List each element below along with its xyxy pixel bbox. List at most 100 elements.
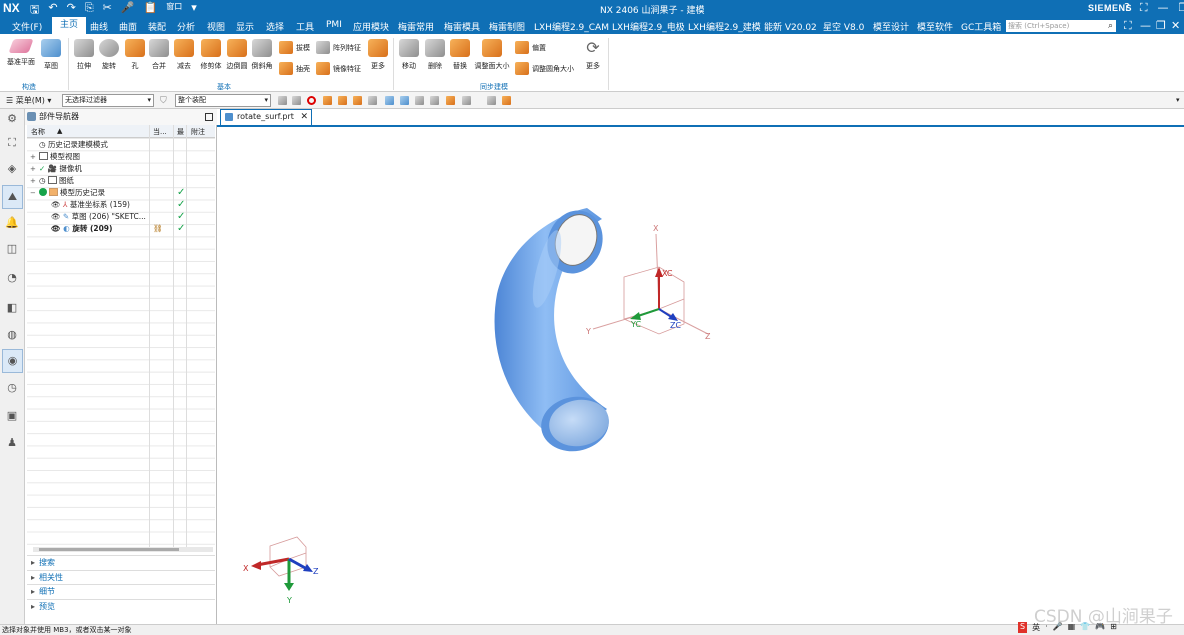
type-filter-select[interactable]: 无选择过滤器 ▾ <box>62 94 154 107</box>
datum-plane-button[interactable]: 基准平面 <box>5 39 37 67</box>
clock-icon[interactable]: ◷ <box>5 381 19 395</box>
constraint-navigator-icon[interactable]: ◈ <box>5 162 19 176</box>
tree-row-datum-csys[interactable]: 👁 ⅄ 基准坐标系 (159) ✓ <box>27 199 215 211</box>
highlight-icon[interactable] <box>446 96 455 105</box>
visibility-eye-icon[interactable]: 👁 <box>51 212 61 221</box>
panel-search[interactable]: 搜索 <box>27 555 215 570</box>
expand-icon[interactable]: + <box>30 175 36 187</box>
tree-row-cameras[interactable]: + ✓ 🎥 摄像机 <box>27 163 215 175</box>
ribbon-restore-icon[interactable]: ❐ <box>1156 19 1166 32</box>
resize-face-button[interactable]: 调整面大小 <box>474 39 510 71</box>
shell-button[interactable]: 抽壳 <box>279 62 310 75</box>
panel-dependencies[interactable]: 相关性 <box>27 569 215 584</box>
visibility-eye-icon[interactable]: 👁 <box>51 200 61 209</box>
roles-icon[interactable]: ▣ <box>5 409 19 423</box>
tree-row-history-mode[interactable]: ◷ 历史记录建模模式 <box>27 139 215 151</box>
filter-icon[interactable]: ⛉ <box>160 96 169 106</box>
maximize-icon[interactable] <box>205 113 213 121</box>
tree-row-revolve[interactable]: 👁 ◐ 旋转 (209) ⛓ ✓ <box>27 223 215 235</box>
skin-icon[interactable]: 👕 <box>1080 622 1090 633</box>
select-body-icon[interactable] <box>353 96 362 105</box>
panel-preview[interactable]: 预览 <box>27 598 215 613</box>
command-search-input[interactable]: 搜索 (Ctrl+Space) ⌕ <box>1006 20 1116 32</box>
work-coordinate-system[interactable]: X XC Y YC ZC Z <box>585 224 711 341</box>
fullscreen-icon[interactable]: ⛶ <box>1140 1 1148 15</box>
tab-tools[interactable]: 工具 <box>296 20 314 33</box>
tree-row-sketch[interactable]: 👁 ✎ 草图 (206) "SKETC... ✓ <box>27 211 215 223</box>
fullscreen-toggle-icon[interactable]: ⛶ <box>1124 19 1132 33</box>
viewport-tab[interactable]: rotate_surf.prt ✕ <box>220 109 312 125</box>
extrude-button[interactable]: 拉伸 <box>73 39 95 71</box>
tree-row-model-views[interactable]: + 模型视图 <box>27 151 215 163</box>
sort-ascending-icon[interactable]: ▲ <box>57 127 62 135</box>
ribbon-minimize-icon[interactable]: — <box>1140 19 1151 32</box>
tab-assembly[interactable]: 装配 <box>148 20 166 33</box>
file-menu[interactable]: 文件(F) <box>12 20 42 33</box>
panel-details[interactable]: 细节 <box>27 584 215 599</box>
part-navigator-icon[interactable]: ⛰ <box>2 185 23 209</box>
expand-icon[interactable]: + <box>30 151 36 163</box>
toolbar-options-icon[interactable]: ▾ <box>1176 96 1184 105</box>
visibility-eye-icon[interactable]: 👁 <box>51 224 61 233</box>
tab-xingkong[interactable]: 星空 V8.0 <box>823 20 864 33</box>
search-icon[interactable]: ⌕ <box>1108 20 1113 32</box>
tab-gc-toolbox[interactable]: GC工具箱 <box>961 20 1001 33</box>
tab-meilei-drawing[interactable]: 梅雷制图 <box>489 20 525 33</box>
help-icon[interactable]: ? <box>1124 1 1130 15</box>
tab-mozhi-design[interactable]: 模至设计 <box>873 20 909 33</box>
keyboard-icon[interactable]: ▦ <box>1068 622 1076 633</box>
scrollbar-thumb[interactable] <box>39 548 179 551</box>
select-component-icon[interactable] <box>368 96 377 105</box>
collapse-icon[interactable]: − <box>30 187 36 199</box>
replace-face-button[interactable]: 替换 <box>449 39 471 71</box>
model-view[interactable]: X XC Y YC ZC Z X Y Z <box>217 109 1184 624</box>
toolbox-icon[interactable]: ⊞ <box>1110 622 1117 633</box>
scope-select[interactable]: 整个装配 ▾ <box>175 94 271 107</box>
pin-icon[interactable] <box>278 96 287 105</box>
assembly-icon[interactable] <box>487 96 496 105</box>
history-icon[interactable]: ◧ <box>5 301 19 315</box>
view-selection-icon[interactable] <box>462 96 471 105</box>
expand-icon[interactable]: + <box>30 163 36 175</box>
delete-face-button[interactable]: 删除 <box>424 39 446 71</box>
more-basic-button[interactable]: 更多 <box>367 39 389 71</box>
draft-button[interactable]: 拔模 <box>279 41 310 54</box>
column-current[interactable]: 当... <box>153 127 167 137</box>
tab-close-icon[interactable]: ✕ <box>300 110 308 124</box>
tab-mozhi-software[interactable]: 模至软件 <box>917 20 953 33</box>
settings-gear-icon[interactable]: ⚙ <box>5 112 19 126</box>
tree-row-drawings[interactable]: + ◷ 图纸 <box>27 175 215 187</box>
mirror-feature-button[interactable]: 镜像特征 <box>316 62 361 75</box>
language-indicator[interactable]: 英 <box>1032 622 1040 633</box>
select-curve-icon[interactable] <box>385 96 394 105</box>
web-browser-icon[interactable]: ◔ <box>5 271 19 285</box>
punctuation-indicator[interactable]: · <box>1045 622 1048 633</box>
voice-input-icon[interactable]: 🎤 <box>1053 622 1063 633</box>
horizontal-scrollbar[interactable] <box>33 547 213 552</box>
assembly-navigator-icon[interactable]: ⛶ <box>5 136 19 150</box>
offset-face-button[interactable]: 偏置 <box>515 41 546 54</box>
tab-surface[interactable]: 曲面 <box>119 20 137 33</box>
resize-blend-button[interactable]: 调整圆角大小 <box>515 62 574 75</box>
select-point-icon[interactable] <box>400 96 409 105</box>
tree-row-model-history[interactable]: − 模型历史记录 ✓ <box>27 187 215 199</box>
minimize-icon[interactable]: — <box>1158 1 1169 15</box>
ime-logo-icon[interactable]: S <box>1018 622 1028 633</box>
sketch-button[interactable]: 草图 <box>40 39 62 71</box>
chamfer-button[interactable]: 倒斜角 <box>250 39 274 71</box>
menu-button[interactable]: ☰ 菜单(M) ▾ <box>6 95 51 106</box>
tab-home[interactable]: 主页 <box>52 17 87 34</box>
reuse-library-icon[interactable]: 🔔 <box>5 216 19 230</box>
revolved-tube-body[interactable] <box>494 203 614 457</box>
tab-analysis[interactable]: 分析 <box>177 20 195 33</box>
tab-view[interactable]: 视图 <box>207 20 225 33</box>
column-name[interactable]: 名称 <box>31 127 45 137</box>
unite-button[interactable]: 合并 <box>148 39 170 71</box>
graphics-window[interactable]: X XC Y YC ZC Z X Y Z <box>217 109 1184 624</box>
select-face-icon[interactable] <box>338 96 347 105</box>
subtract-button[interactable]: 减去 <box>173 39 195 71</box>
tab-meilei-common[interactable]: 梅雷常用 <box>398 20 434 33</box>
pattern-feature-button[interactable]: 阵列特征 <box>316 41 361 54</box>
hole-button[interactable]: 孔 <box>124 39 146 71</box>
tab-lxh-cam[interactable]: LXH编程2.9_CAM <box>534 20 609 33</box>
